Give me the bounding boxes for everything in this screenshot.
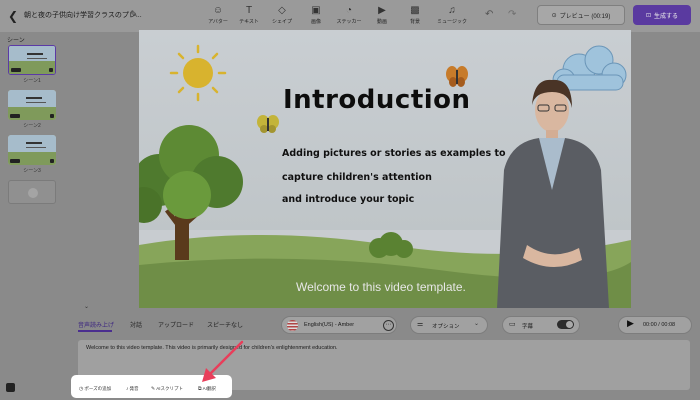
pronunciation-button[interactable]: ♪ 発音 [126,385,139,393]
scene-name: シーン1 [23,78,41,84]
tool-label: シェイプ [271,19,292,25]
popup-button-label: AIスクリプト [156,386,183,391]
popup-button-label: 発音 [129,386,139,391]
panel-toggle-icon[interactable] [6,383,15,392]
subtitle-label: 字幕 [522,324,534,330]
sticker-icon: ◔ [345,5,353,16]
tab-tts[interactable]: 音声読み上げ [78,320,114,329]
tool-shape[interactable]: ◇ シェイプ [267,5,297,25]
undo-icon[interactable]: ↶ [485,9,493,20]
options-label: オプション [432,324,460,330]
slide-headline[interactable]: Introduction [283,85,471,115]
plus-icon [28,188,38,198]
tool-label: アバター [208,19,228,25]
generate-icon: ⊡ [645,12,651,19]
ai-script-button[interactable]: ✎ AIスクリプト [151,385,183,393]
scene-thumbnail-1[interactable] [8,45,56,75]
scene-thumbnail-2[interactable] [8,90,56,120]
tool-text[interactable]: T テキスト [234,5,264,25]
preview-button[interactable]: ⊙ プレビュー (00:19) [537,5,625,25]
scene-thumbnail-3[interactable] [8,135,56,165]
tab-no-speech[interactable]: スピーチなし [207,320,243,329]
voice-name: English(US) - Amber [304,322,355,328]
play-time: 00:00 / 00:08 [643,322,676,328]
popup-button-label: ポーズの追加 [84,386,112,391]
tool-label: ミュージック [437,19,467,25]
music-note-icon: ♪ [126,386,129,392]
image-icon: ▣ [311,5,321,16]
presenter-avatar [497,79,609,308]
subtitle-caption[interactable]: Welcome to this video template. [296,280,466,294]
music-icon: ♫ [448,5,456,16]
tool-avatar[interactable]: ☺ アバター [203,5,233,25]
text-icon: T [245,5,253,16]
tool-label: 動画 [376,19,387,25]
tool-sticker[interactable]: ◔ ステッカー [334,5,364,25]
sun-icon [169,44,227,102]
generate-label: 生成する [654,13,679,20]
tab-dialogue[interactable]: 対話 [130,320,142,329]
ai-script-icon: ✎ [151,386,156,392]
tool-music[interactable]: ♫ ミュージック [433,5,471,25]
chevron-down-icon: ⌄ [474,321,480,327]
active-tab-indicator [78,330,112,332]
slide-body-line[interactable]: and introduce your topic [282,194,414,205]
translate-icon: ⧉ [198,386,202,392]
redo-icon[interactable]: ↷ [508,9,516,20]
butterfly-icon [257,115,279,133]
add-scene-button[interactable] [8,180,56,204]
butterfly-icon [446,66,468,87]
play-circle-icon: ⊙ [551,12,557,19]
ai-translate-button[interactable]: ⧉ AI翻訳 [198,385,216,393]
tool-image[interactable]: ▣ 画像 [301,5,331,25]
scene-name: シーン2 [23,123,41,129]
canvas-illustration [139,44,631,308]
back-arrow-icon[interactable]: ❮ [8,9,22,23]
tab-upload[interactable]: アップロード [158,320,194,329]
scenes-title: シーン [7,38,25,44]
scene-name: シーン3 [23,168,41,174]
generate-button[interactable]: ⊡ 生成する [633,5,691,25]
background-icon: ▩ [410,5,420,16]
preview-label: プレビュー (00:19) [559,13,611,20]
tool-label: 背景 [409,19,420,25]
collapse-chevron-icon[interactable]: ⌄ [84,303,89,310]
red-arrow-icon [202,340,244,382]
us-flag-icon [287,320,298,331]
tool-label: テキスト [239,19,259,25]
project-title[interactable]: 朝と夜の子供向け学習クラスのプレ... [24,10,142,20]
add-pause-button[interactable]: ◷ ポーズの追加 [79,385,111,393]
clock-icon: ◷ [79,386,84,392]
edit-title-icon[interactable]: ✎ [130,9,138,20]
shape-icon: ◇ [278,5,286,16]
subtitle-toggle[interactable] [557,320,574,329]
subtitle-icon: ▭ [509,321,516,328]
play-icon[interactable]: ▶ [627,318,634,329]
sliders-icon: ⚌ [417,321,424,328]
tool-label: 画像 [310,19,321,25]
avatar-icon: ☺ [212,5,224,16]
more-options-icon[interactable]: ⋯ [383,320,394,331]
tool-background[interactable]: ▩ 背景 [400,5,430,25]
tool-video[interactable]: ▶ 動画 [367,5,397,25]
slide-body-line[interactable]: capture children's attention [282,172,432,183]
video-canvas[interactable]: Introduction Adding pictures or stories … [139,30,631,308]
tool-label: ステッカー [336,19,362,25]
video-icon: ▶ [378,5,386,16]
slide-body-line[interactable]: Adding pictures or stories as examples t… [282,148,506,159]
popup-button-label: AI翻訳 [202,386,216,391]
